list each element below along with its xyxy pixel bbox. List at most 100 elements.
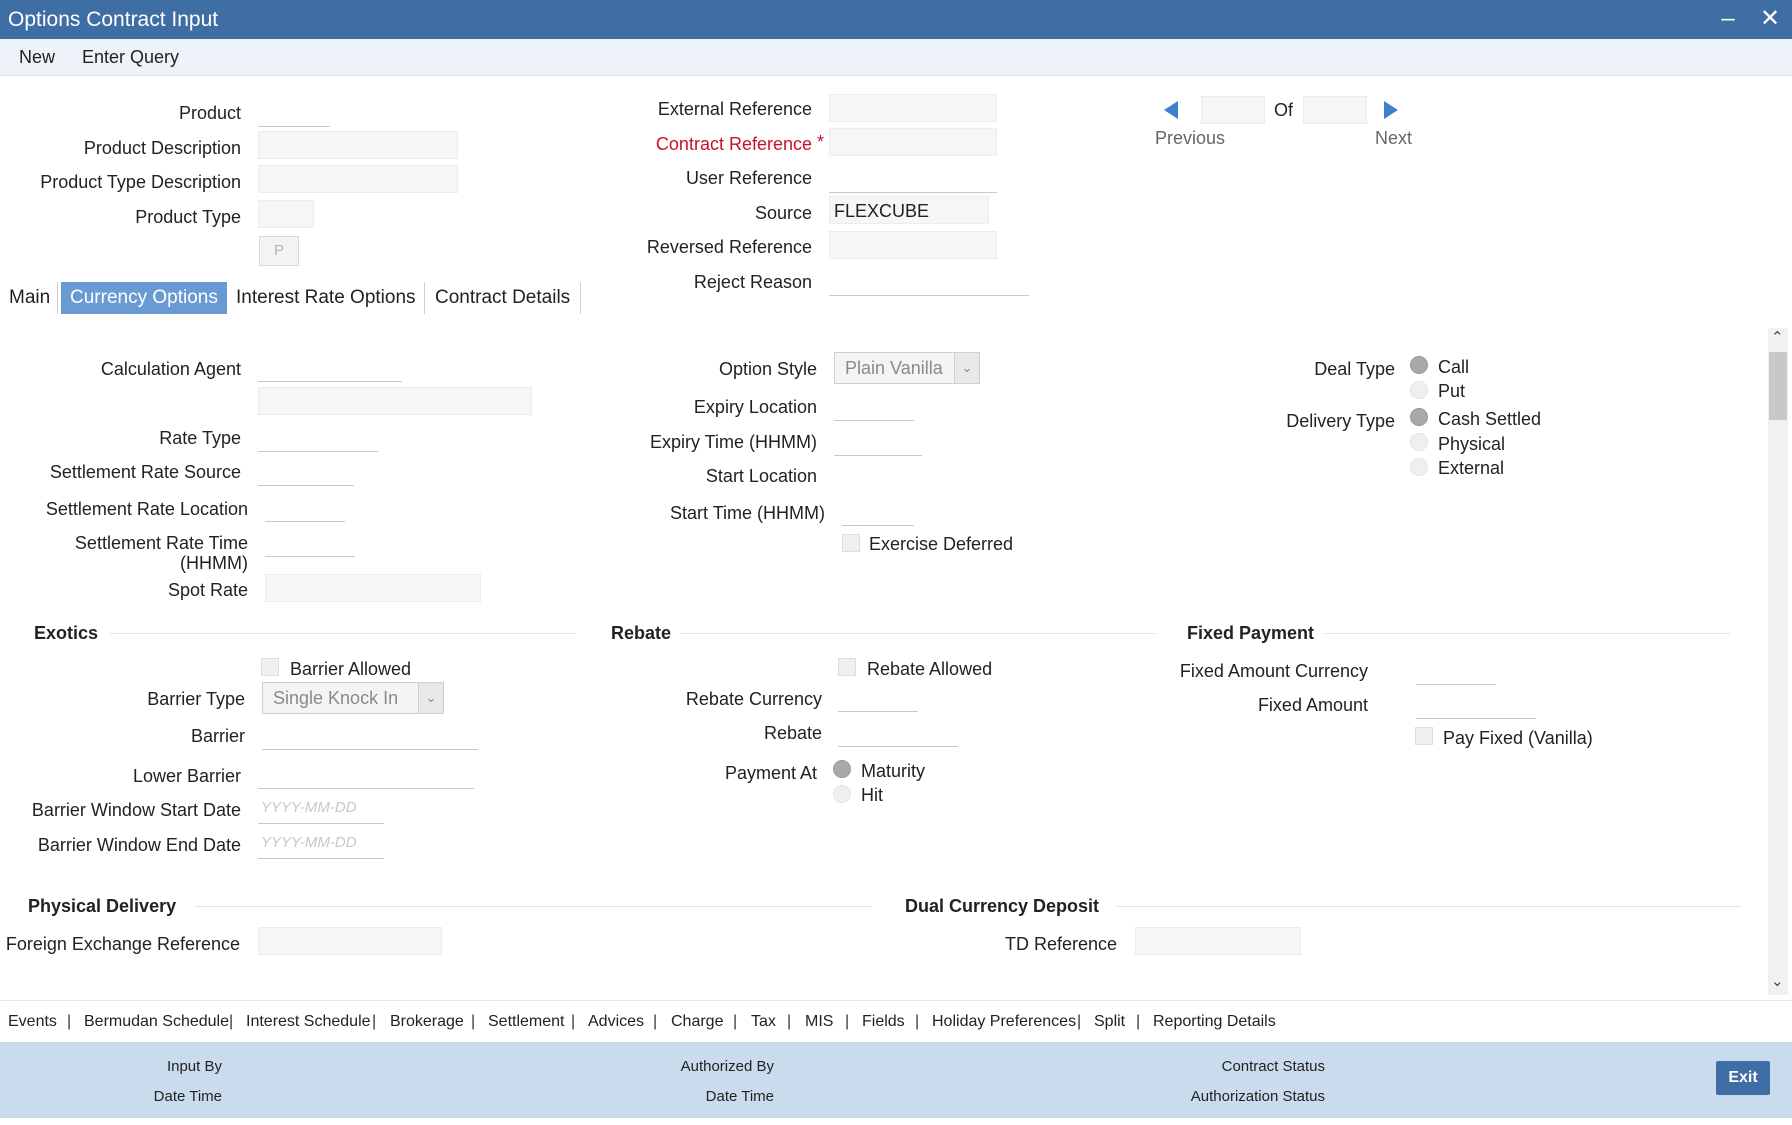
fixed-payment-heading: Fixed Payment <box>1187 623 1315 643</box>
tab-interest-rate-options[interactable]: Interest Rate Options <box>227 282 425 314</box>
product-type-description-label: Product Type Description <box>40 172 241 192</box>
payment-at-hit-radio[interactable] <box>833 785 851 803</box>
contract-reference-label: Contract Reference <box>655 134 812 154</box>
current-record-field <box>1201 96 1265 124</box>
nav-reporting-details[interactable]: Reporting Details <box>1153 1013 1276 1031</box>
rebate-allowed-checkbox[interactable] <box>838 658 856 676</box>
deal-type-put-radio[interactable] <box>1410 381 1428 399</box>
nav-bermudan-schedule[interactable]: Bermudan Schedule <box>84 1013 229 1031</box>
physical-delivery-heading: Physical Delivery <box>28 896 177 916</box>
tab-contract-details[interactable]: Contract Details <box>426 282 579 314</box>
expiry-time-input[interactable] <box>834 429 922 456</box>
external-reference-field <box>829 94 997 122</box>
nav-separator: | <box>1077 1013 1082 1030</box>
nav-advices[interactable]: Advices <box>588 1013 644 1031</box>
product-label: Product <box>178 103 241 123</box>
deal-type-call-radio[interactable] <box>1410 356 1428 374</box>
scrollbar-thumb[interactable] <box>1769 352 1787 420</box>
barrier-window-start-date-input[interactable]: YYYY-MM-DD <box>258 797 384 824</box>
fixed-amount-input[interactable] <box>1416 692 1536 719</box>
nav-separator: | <box>733 1013 738 1030</box>
rebate-input[interactable] <box>838 720 958 747</box>
settlement-rate-source-input[interactable] <box>258 459 354 486</box>
contract-reference-field[interactable] <box>829 128 997 156</box>
rebate-label: Rebate <box>763 723 822 743</box>
next-arrow-icon[interactable] <box>1382 100 1400 120</box>
scroll-up-icon[interactable]: ⌃ <box>1771 328 1784 346</box>
delivery-physical-radio[interactable] <box>1410 433 1428 451</box>
scroll-down-icon[interactable]: ⌄ <box>1771 972 1784 990</box>
audit-footer <box>0 1042 1792 1118</box>
nav-holiday-preferences[interactable]: Holiday Preferences <box>932 1013 1076 1031</box>
fixed-amount-currency-input[interactable] <box>1416 658 1496 685</box>
nav-tax[interactable]: Tax <box>751 1013 776 1031</box>
previous-link[interactable]: Previous <box>1155 128 1225 149</box>
expiry-location-label: Expiry Location <box>693 397 817 417</box>
barrier-input[interactable] <box>262 723 478 750</box>
pay-fixed-vanilla-checkbox[interactable] <box>1415 727 1433 745</box>
close-icon[interactable]: ✕ <box>1756 6 1784 32</box>
barrier-type-label: Barrier Type <box>147 689 245 709</box>
nav-mis[interactable]: MIS <box>805 1013 833 1031</box>
pay-fixed-vanilla-label: Pay Fixed (Vanilla) <box>1443 728 1593 748</box>
next-link[interactable]: Next <box>1375 128 1412 149</box>
barrier-window-end-date-input[interactable]: YYYY-MM-DD <box>258 832 384 859</box>
user-reference-input[interactable] <box>829 166 997 193</box>
reject-reason-input[interactable] <box>829 269 1029 296</box>
nav-charge[interactable]: Charge <box>671 1013 723 1031</box>
cash-settled-label: Cash Settled <box>1438 409 1542 429</box>
product-type-button[interactable]: P <box>259 236 299 266</box>
external-label: External <box>1438 458 1505 478</box>
settlement-rate-time-input[interactable] <box>265 530 355 557</box>
date-placeholder: YYYY-MM-DD <box>261 834 357 851</box>
barrier-allowed-label: Barrier Allowed <box>290 659 412 679</box>
nav-brokerage[interactable]: Brokerage <box>390 1013 464 1031</box>
nav-events[interactable]: Events <box>8 1013 57 1031</box>
barrier-allowed-checkbox[interactable] <box>261 658 279 676</box>
payment-at-label: Payment At <box>724 763 817 783</box>
start-location-label: Start Location <box>705 466 817 486</box>
nav-interest-schedule[interactable]: Interest Schedule <box>246 1013 371 1031</box>
deal-type-label: Deal Type <box>1314 359 1395 379</box>
exit-button[interactable]: Exit <box>1716 1061 1770 1095</box>
barrier-type-select[interactable]: Single Knock In ⌄ <box>262 682 444 714</box>
nav-fields[interactable]: Fields <box>862 1013 905 1031</box>
option-style-label: Option Style <box>718 359 817 379</box>
expiry-location-input[interactable] <box>834 394 914 421</box>
tab-main[interactable]: Main <box>0 282 59 314</box>
calculation-agent-input[interactable] <box>258 355 402 382</box>
nav-settlement[interactable]: Settlement <box>488 1013 564 1031</box>
external-reference-label: External Reference <box>657 99 812 119</box>
rebate-heading: Rebate <box>611 623 672 643</box>
rebate-currency-input[interactable] <box>838 685 918 712</box>
exercise-deferred-checkbox[interactable] <box>842 534 860 552</box>
rate-type-input[interactable] <box>258 425 378 452</box>
physical-label: Physical <box>1438 434 1506 454</box>
date-placeholder: YYYY-MM-DD <box>261 799 357 816</box>
menu-enter-query[interactable]: Enter Query <box>82 47 179 68</box>
option-style-select[interactable]: Plain Vanilla ⌄ <box>834 352 980 384</box>
nav-separator: | <box>653 1013 658 1030</box>
lower-barrier-input[interactable] <box>258 762 474 789</box>
previous-arrow-icon[interactable] <box>1162 100 1180 120</box>
authorized-date-time-label: Date Time <box>705 1088 774 1105</box>
menu-new[interactable]: New <box>19 47 55 68</box>
start-time-input[interactable] <box>842 499 914 526</box>
payment-at-maturity-radio[interactable] <box>833 760 851 778</box>
settlement-rate-location-input[interactable] <box>265 495 345 522</box>
authorized-by-label: Authorized By <box>680 1058 774 1075</box>
delivery-cash-settled-radio[interactable] <box>1410 408 1428 426</box>
rebate-allowed-label: Rebate Allowed <box>867 659 993 679</box>
start-time-label: Start Time (HHMM) <box>670 503 825 523</box>
product-description-field <box>258 131 458 159</box>
delivery-external-radio[interactable] <box>1410 458 1428 476</box>
vertical-scrollbar[interactable] <box>1768 328 1788 995</box>
minimize-icon[interactable]: – <box>1714 6 1742 32</box>
tab-currency-options[interactable]: Currency Options <box>61 282 227 314</box>
section-divider <box>110 633 575 634</box>
chevron-down-icon: ⌄ <box>418 683 443 713</box>
calculation-agent-description <box>258 387 532 415</box>
product-input[interactable] <box>258 100 330 127</box>
source-field: FLEXCUBE <box>829 196 989 224</box>
nav-split[interactable]: Split <box>1094 1013 1125 1031</box>
